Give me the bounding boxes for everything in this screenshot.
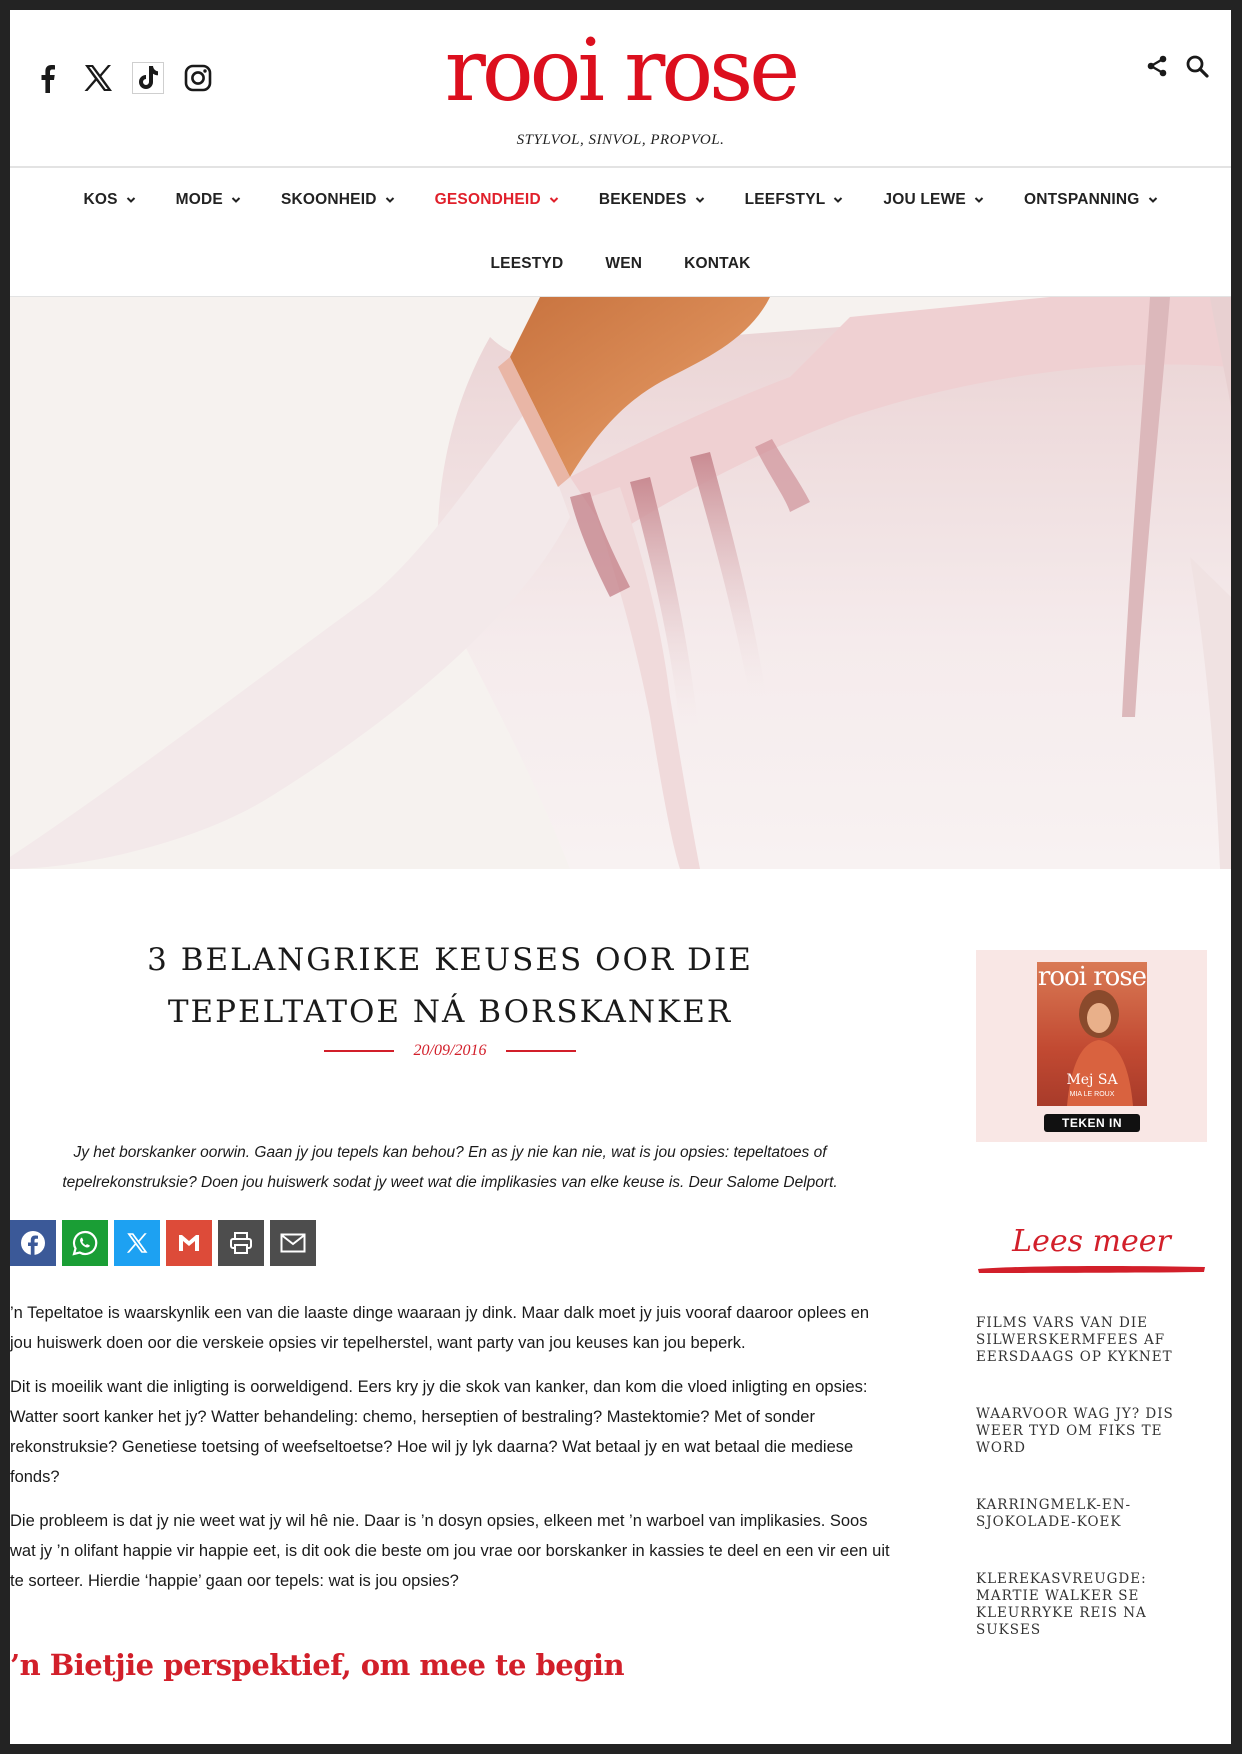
nav-item-leefstyl[interactable]: LEEFSTYL — [745, 191, 844, 209]
article-body: ’n Tepeltatoe is waarskynlik een van die… — [10, 1298, 890, 1596]
share-facebook-button[interactable] — [10, 1220, 56, 1266]
share-whatsapp-button[interactable] — [62, 1220, 108, 1266]
nav-item-jou-lewe[interactable]: JOU LEWE — [883, 191, 984, 209]
nav-item-kos[interactable]: KOS — [83, 191, 135, 209]
nav-item-ontspanning[interactable]: ONTSPANNING — [1024, 191, 1158, 209]
read-more-heading: Lees meer — [1012, 1224, 1171, 1259]
header-tools — [1145, 54, 1209, 78]
nav-item-label: JOU LEWE — [883, 191, 966, 208]
nav-item-label: MODE — [175, 191, 223, 208]
divider — [323, 1050, 394, 1052]
search-icon[interactable] — [1185, 54, 1209, 78]
read-more-link[interactable]: KARRINGMELK-EN-SJOKOLADE-KOEK — [976, 1497, 1207, 1531]
nav-item-bekendes[interactable]: BEKENDES — [599, 191, 705, 209]
cover-headline: Mej SA — [1066, 1072, 1118, 1088]
whatsapp-icon — [72, 1230, 98, 1256]
chevron-down-icon — [126, 197, 135, 203]
nav-item-label: BEKENDES — [598, 191, 687, 208]
article-title: 3 BELANGRIKE KEUSES OOR DIE TEPELTATOE N… — [147, 942, 753, 1030]
email-icon — [280, 1233, 306, 1253]
hero-illustration — [10, 297, 1231, 869]
share-email-button[interactable] — [270, 1220, 316, 1266]
nav-item-wen[interactable]: WEN — [605, 255, 642, 273]
subscribe-button[interactable]: TEKEN IN — [1044, 1114, 1140, 1132]
nav-item-label: LEEFSTYL — [744, 191, 826, 208]
facebook-icon — [21, 1231, 45, 1255]
article-subheading: ’n Bietjie perspektief, om mee te begin — [10, 1648, 625, 1682]
nav-item-label: KONTAK — [684, 255, 751, 272]
article-date: 20/09/2016 — [413, 1042, 487, 1059]
article-dateline: 20/09/2016 — [10, 1042, 890, 1060]
print-button[interactable] — [218, 1220, 264, 1266]
nav-item-label: SKOONHEID — [280, 191, 377, 208]
article-paragraph: Dit is moeilik want die inligting is oor… — [10, 1378, 868, 1486]
nav-row-primary: KOS MODE SKOONHEID GESONDHEID BEKENDES LEEFST… — [10, 168, 1231, 232]
nav-item-label: GESONDHEID — [434, 191, 541, 208]
article-paragraph: ’n Tepeltatoe is waarskynlik een van die… — [10, 1304, 870, 1352]
nav-item-label: LEESTYD — [490, 255, 564, 272]
gmail-icon — [179, 1235, 199, 1251]
site-header: rooi rose STYLVOL, SINVOL, PROPVOL. — [10, 10, 1231, 168]
nav-row-secondary: LEESTYD WEN KONTAK — [10, 232, 1231, 296]
chevron-down-icon — [231, 197, 241, 203]
nav-item-leestyd[interactable]: LEESTYD — [490, 255, 563, 273]
read-more-link[interactable]: KLEREKASVREUGDE: MARTIE WALKER SE KLEURR… — [976, 1571, 1207, 1639]
nav-item-label: ONTSPANNING — [1023, 191, 1140, 208]
chevron-down-icon — [974, 197, 984, 203]
chevron-down-icon — [834, 197, 843, 203]
nav-item-label: WEN — [605, 255, 643, 272]
chevron-down-icon — [695, 197, 704, 203]
share-bar — [10, 1220, 890, 1266]
read-more-link[interactable]: FILMS VARS VAN DIE SILWERSKERMFEES AF EE… — [976, 1315, 1207, 1366]
magazine-promo[interactable]: rooi rose Mej SA MIA LE ROUX TEKEN IN — [976, 950, 1207, 1142]
share-x-button[interactable] — [114, 1220, 160, 1266]
read-more-link[interactable]: WAARVOOR WAG JY? DIS WEER TYD OM FIKS TE… — [976, 1406, 1207, 1457]
chevron-down-icon — [549, 197, 559, 203]
nav-item-skoonheid[interactable]: SKOONHEID — [281, 191, 395, 209]
sidebar: rooi rose Mej SA MIA LE ROUX TEKEN IN Le… — [976, 950, 1207, 1679]
nav-item-kontak[interactable]: KONTAK — [684, 255, 750, 273]
article-paragraph: Die probleem is dat jy nie weet wat jy w… — [10, 1512, 890, 1590]
main-nav: KOS MODE SKOONHEID GESONDHEID BEKENDES LEEFST… — [10, 168, 1231, 297]
magazine-cover: rooi rose Mej SA MIA LE ROUX — [1037, 962, 1147, 1106]
x-icon — [126, 1233, 148, 1253]
brush-divider — [978, 1265, 1205, 1273]
hero-image — [10, 297, 1231, 869]
page: rooi rose STYLVOL, SINVOL, PROPVOL. KOS M… — [10, 10, 1231, 1744]
cover-subline: MIA LE ROUX — [1069, 1091, 1115, 1098]
site-logo[interactable]: rooi rose — [10, 28, 1231, 114]
read-more-list: FILMS VARS VAN DIE SILWERSKERMFEES AF EE… — [976, 1315, 1207, 1639]
share-icon[interactable] — [1145, 54, 1169, 78]
nav-item-label: KOS — [83, 191, 118, 208]
print-icon — [230, 1232, 252, 1254]
article-intro: Jy het borskanker oorwin. Gaan jy jou te… — [62, 1144, 838, 1191]
site-tagline: STYLVOL, SINVOL, PROPVOL. — [516, 132, 725, 148]
chevron-down-icon — [385, 197, 394, 203]
share-gmail-button[interactable] — [166, 1220, 212, 1266]
article: 3 BELANGRIKE KEUSES OOR DIE TEPELTATOE N… — [10, 878, 890, 1706]
nav-item-gesondheid[interactable]: GESONDHEID — [435, 191, 559, 209]
chevron-down-icon — [1148, 197, 1157, 203]
nav-item-mode[interactable]: MODE — [176, 191, 241, 209]
divider — [506, 1050, 577, 1052]
